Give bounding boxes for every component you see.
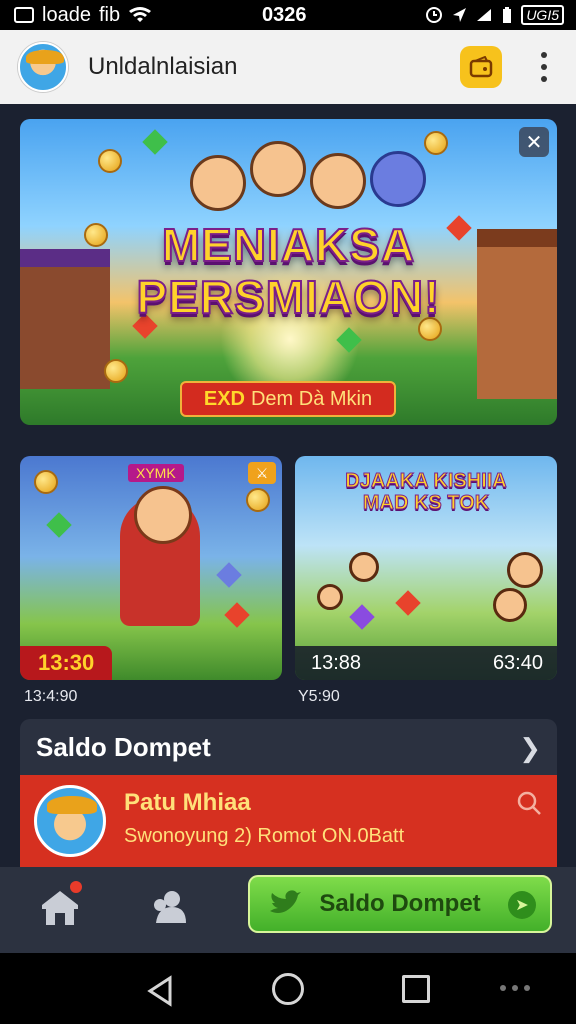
game-card-1[interactable]: XYMK ⚔ 13:30	[20, 456, 282, 680]
coin-icon	[34, 470, 58, 494]
status-carrier: loade	[42, 3, 91, 26]
twitter-bird-icon	[270, 890, 301, 913]
wallet-title: Saldo Dompet	[36, 731, 211, 762]
character-face	[250, 141, 306, 197]
wallet-user-detail: Swonoyung 2) Romot ON.0Batt	[124, 825, 405, 847]
crossed-swords-icon: ⚔	[248, 462, 276, 484]
game-card-title: DJAAKA KISHIIA MAD KS TOK	[295, 470, 557, 515]
game-card-timer: 13:88	[311, 651, 362, 674]
hero-cta-prefix: EXD	[203, 387, 245, 410]
signal-icon	[477, 9, 492, 21]
game-card-count: 63:40	[492, 651, 543, 674]
notification-dot	[70, 881, 82, 893]
hero-headline-line1: MENIAKSA	[161, 218, 416, 272]
home-icon[interactable]	[38, 881, 82, 929]
home-circle-icon[interactable]	[272, 973, 304, 1005]
recent-apps-icon[interactable]	[402, 975, 430, 1003]
character-face	[310, 153, 366, 209]
hero-character	[120, 486, 200, 626]
gem-icon	[216, 562, 242, 588]
more-horiz-icon[interactable]	[500, 985, 530, 991]
app-bar: Unldalnlaisian	[0, 30, 576, 104]
close-icon[interactable]: ✕	[519, 127, 549, 157]
wallet-panel[interactable]: Saldo Dompet ❯ Patu Mhiaa Swonoyung 2) R…	[20, 719, 557, 867]
character-face	[317, 584, 343, 610]
wallet-icon[interactable]	[460, 46, 502, 88]
game-card-tag: XYMK	[128, 464, 184, 482]
status-time: 0326	[262, 3, 307, 26]
hero-cta-button[interactable]: EXD Dem Dà Mkin	[180, 381, 396, 417]
game-card-2[interactable]: DJAAKA KISHIIA MAD KS TOK 13:88 63:40	[295, 456, 557, 680]
game-card-stats: 13:88 63:40	[295, 646, 557, 680]
battery-small-icon	[503, 7, 512, 23]
back-icon[interactable]	[146, 975, 174, 1007]
users-icon[interactable]	[150, 887, 190, 927]
location-icon	[453, 8, 467, 22]
game-card-caption: 13:4:90	[24, 688, 78, 705]
gem-icon	[142, 129, 168, 155]
app-title: Unldalnlaisian	[88, 53, 238, 80]
hero-headline-line2: PERSMIAON!	[136, 270, 441, 324]
alarm-icon	[426, 7, 443, 23]
gem-icon	[46, 512, 72, 538]
hero-banner[interactable]: MENIAKSA PERSMIAON! EXD Dem Dà Mkin ✕	[20, 119, 557, 425]
saldo-dompet-button[interactable]: Saldo Dompet ➤	[248, 875, 552, 933]
coin-icon	[98, 149, 122, 173]
gem-icon	[224, 602, 250, 628]
system-nav-bar	[0, 953, 576, 1024]
game-card-title-line1: DJAAKA KISHIIA	[345, 470, 508, 493]
more-vert-icon[interactable]	[540, 52, 548, 82]
game-card-title-line2: MAD KS TOK	[362, 492, 490, 515]
hero-cta-label: Dem Dà Mkin	[250, 387, 373, 410]
character-face	[190, 155, 246, 211]
chevron-right-icon[interactable]: ❯	[519, 733, 541, 764]
hero-headline: MENIAKSA PERSMIAON!	[20, 218, 557, 324]
arrow-right-icon: ➤	[508, 891, 536, 919]
wallet-user-row[interactable]: Patu Mhiaa Swonoyung 2) Romot ON.0Batt	[20, 775, 557, 867]
battery-level: UGI5	[521, 5, 564, 25]
status-carrier-extra: fib	[98, 3, 121, 26]
gem-icon	[395, 590, 421, 616]
wallet-user-avatar	[34, 785, 106, 857]
status-bar: loade fib 0326 UGI5	[0, 0, 576, 30]
character-face	[507, 552, 543, 588]
coin-icon	[246, 488, 270, 512]
bottom-nav: Saldo Dompet ➤	[0, 867, 576, 953]
character-face	[370, 151, 426, 207]
profile-avatar[interactable]	[18, 42, 68, 92]
wifi-icon	[129, 7, 152, 22]
game-card-timer: 13:30	[20, 646, 113, 680]
character-face	[349, 552, 379, 582]
coin-icon	[104, 359, 128, 383]
search-icon[interactable]	[515, 789, 543, 817]
character-face	[493, 588, 527, 622]
wallet-header[interactable]: Saldo Dompet ❯	[20, 719, 557, 775]
characters-group	[180, 133, 430, 223]
gem-icon	[349, 604, 375, 630]
wallet-user-name: Patu Mhiaa	[124, 789, 251, 816]
screenshot-icon	[14, 7, 34, 23]
game-card-caption: Y5:90	[298, 688, 340, 705]
saldo-dompet-button-label: Saldo Dompet	[319, 890, 481, 917]
